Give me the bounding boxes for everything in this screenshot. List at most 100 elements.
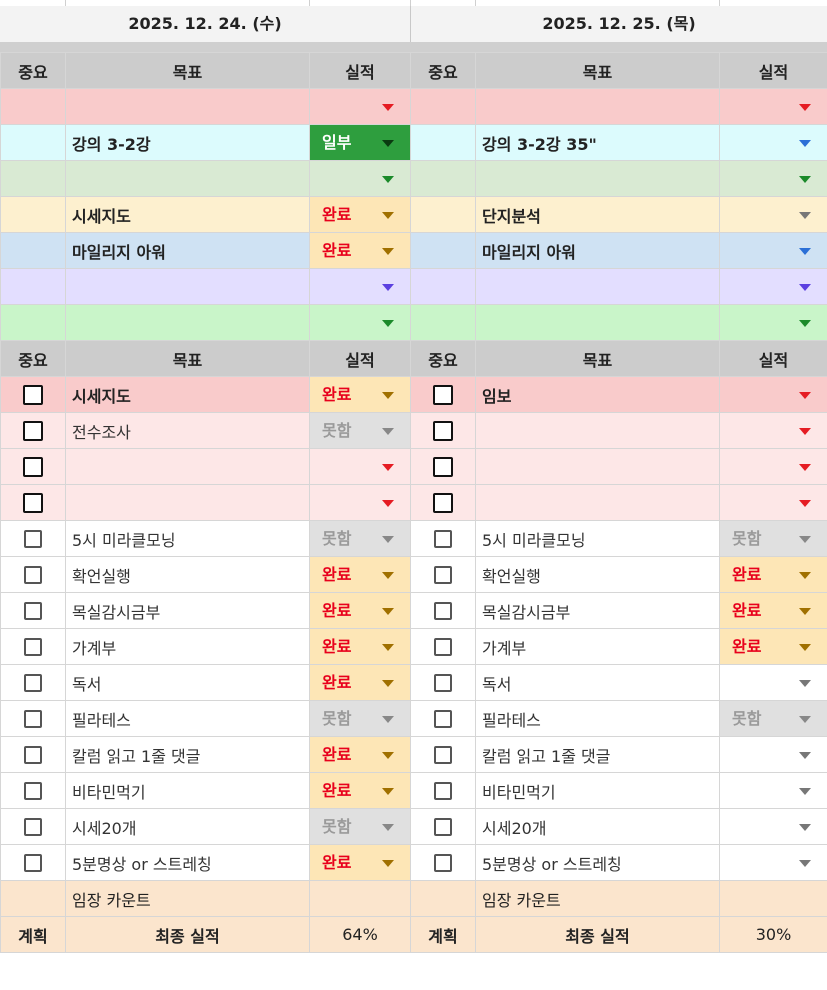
dropdown-arrow-icon[interactable] bbox=[382, 680, 394, 687]
result-dropdown[interactable] bbox=[719, 448, 827, 485]
result-dropdown[interactable]: 완료 bbox=[719, 592, 827, 629]
goal-cell[interactable] bbox=[475, 88, 720, 125]
importance-checkbox[interactable] bbox=[24, 530, 42, 549]
goal-cell[interactable] bbox=[475, 268, 720, 305]
goal-cell[interactable] bbox=[475, 448, 720, 485]
importance-checkbox[interactable] bbox=[24, 638, 42, 657]
goal-cell[interactable] bbox=[65, 448, 310, 485]
count-blank-cell[interactable] bbox=[410, 880, 476, 917]
importance-cell[interactable] bbox=[410, 88, 476, 125]
goal-cell[interactable] bbox=[65, 484, 310, 521]
result-dropdown[interactable] bbox=[719, 412, 827, 449]
dropdown-arrow-icon[interactable] bbox=[799, 788, 811, 795]
dropdown-arrow-icon[interactable] bbox=[799, 716, 811, 723]
count-label[interactable]: 임장 카운트 bbox=[65, 880, 310, 917]
dropdown-arrow-icon[interactable] bbox=[799, 644, 811, 651]
dropdown-arrow-icon[interactable] bbox=[382, 716, 394, 723]
importance-checkbox[interactable] bbox=[433, 492, 453, 513]
dropdown-arrow-icon[interactable] bbox=[382, 464, 394, 471]
dropdown-arrow-icon[interactable] bbox=[382, 824, 394, 831]
result-dropdown[interactable]: 완료 bbox=[309, 232, 411, 269]
result-dropdown[interactable] bbox=[309, 304, 411, 341]
result-dropdown[interactable]: 완료 bbox=[309, 628, 411, 665]
goal-cell[interactable]: 칼럼 읽고 1줄 댓글 bbox=[475, 736, 720, 773]
goal-cell[interactable]: 독서 bbox=[65, 664, 310, 701]
count-label[interactable]: 임장 카운트 bbox=[475, 880, 720, 917]
result-dropdown[interactable]: 완료 bbox=[309, 664, 411, 701]
dropdown-arrow-icon[interactable] bbox=[382, 752, 394, 759]
goal-cell[interactable] bbox=[475, 412, 720, 449]
dropdown-arrow-icon[interactable] bbox=[382, 500, 394, 507]
goal-cell[interactable]: 목실감시금부 bbox=[65, 592, 310, 629]
goal-cell[interactable]: 시세지도 bbox=[65, 376, 310, 413]
date-day1[interactable]: 2025. 12. 24. (수) bbox=[0, 6, 411, 42]
goal-cell[interactable]: 시세20개 bbox=[65, 808, 310, 845]
dropdown-arrow-icon[interactable] bbox=[382, 608, 394, 615]
result-dropdown[interactable] bbox=[309, 448, 411, 485]
importance-checkbox[interactable] bbox=[23, 420, 43, 441]
dropdown-arrow-icon[interactable] bbox=[799, 392, 811, 399]
dropdown-arrow-icon[interactable] bbox=[799, 536, 811, 543]
dropdown-arrow-icon[interactable] bbox=[799, 608, 811, 615]
goal-cell[interactable]: 5시 미라클모닝 bbox=[65, 520, 310, 557]
importance-checkbox[interactable] bbox=[434, 782, 452, 801]
goal-cell[interactable]: 5분명상 or 스트레칭 bbox=[475, 844, 720, 881]
dropdown-arrow-icon[interactable] bbox=[799, 248, 811, 255]
result-dropdown[interactable] bbox=[719, 736, 827, 773]
result-dropdown[interactable] bbox=[719, 808, 827, 845]
result-dropdown[interactable] bbox=[719, 268, 827, 305]
goal-cell[interactable]: 마일리지 아워 bbox=[65, 232, 310, 269]
result-dropdown[interactable] bbox=[309, 88, 411, 125]
goal-cell[interactable] bbox=[65, 88, 310, 125]
dropdown-arrow-icon[interactable] bbox=[382, 536, 394, 543]
goal-cell[interactable]: 강의 3-2강 bbox=[65, 124, 310, 161]
count-blank-cell[interactable] bbox=[0, 880, 66, 917]
goal-cell[interactable]: 5분명상 or 스트레칭 bbox=[65, 844, 310, 881]
importance-checkbox[interactable] bbox=[23, 456, 43, 477]
importance-checkbox[interactable] bbox=[434, 602, 452, 621]
dropdown-arrow-icon[interactable] bbox=[382, 104, 394, 111]
goal-cell[interactable]: 독서 bbox=[475, 664, 720, 701]
result-dropdown[interactable] bbox=[309, 160, 411, 197]
result-dropdown[interactable] bbox=[719, 772, 827, 809]
importance-checkbox[interactable] bbox=[434, 854, 452, 873]
importance-checkbox[interactable] bbox=[434, 746, 452, 765]
goal-cell[interactable]: 강의 3-2강 35" bbox=[475, 124, 720, 161]
dropdown-arrow-icon[interactable] bbox=[799, 824, 811, 831]
importance-checkbox[interactable] bbox=[434, 530, 452, 549]
result-dropdown[interactable]: 완료 bbox=[719, 628, 827, 665]
goal-cell[interactable]: 단지분석 bbox=[475, 196, 720, 233]
importance-cell[interactable] bbox=[410, 304, 476, 341]
importance-checkbox[interactable] bbox=[434, 710, 452, 729]
importance-checkbox[interactable] bbox=[23, 492, 43, 513]
dropdown-arrow-icon[interactable] bbox=[382, 176, 394, 183]
importance-checkbox[interactable] bbox=[24, 854, 42, 873]
result-dropdown[interactable] bbox=[719, 88, 827, 125]
goal-cell[interactable]: 확언실행 bbox=[65, 556, 310, 593]
goal-cell[interactable] bbox=[65, 268, 310, 305]
goal-cell[interactable] bbox=[475, 304, 720, 341]
dropdown-arrow-icon[interactable] bbox=[799, 212, 811, 219]
importance-checkbox[interactable] bbox=[24, 746, 42, 765]
count-value-cell[interactable] bbox=[309, 880, 411, 917]
importance-checkbox[interactable] bbox=[23, 384, 43, 405]
result-dropdown[interactable] bbox=[719, 844, 827, 881]
dropdown-arrow-icon[interactable] bbox=[799, 428, 811, 435]
result-dropdown[interactable] bbox=[719, 232, 827, 269]
importance-cell[interactable] bbox=[0, 160, 66, 197]
result-dropdown[interactable]: 완료 bbox=[309, 196, 411, 233]
dropdown-arrow-icon[interactable] bbox=[799, 104, 811, 111]
result-dropdown[interactable]: 못함 bbox=[309, 412, 411, 449]
dropdown-arrow-icon[interactable] bbox=[382, 644, 394, 651]
goal-cell[interactable]: 마일리지 아워 bbox=[475, 232, 720, 269]
importance-checkbox[interactable] bbox=[433, 420, 453, 441]
dropdown-arrow-icon[interactable] bbox=[382, 248, 394, 255]
result-dropdown[interactable] bbox=[719, 160, 827, 197]
result-dropdown[interactable]: 못함 bbox=[309, 808, 411, 845]
final-result-rate[interactable]: 64% bbox=[309, 916, 411, 953]
importance-checkbox[interactable] bbox=[434, 818, 452, 837]
importance-cell[interactable] bbox=[0, 124, 66, 161]
goal-cell[interactable]: 목실감시금부 bbox=[475, 592, 720, 629]
goal-cell[interactable]: 비타민먹기 bbox=[65, 772, 310, 809]
result-dropdown[interactable] bbox=[719, 196, 827, 233]
